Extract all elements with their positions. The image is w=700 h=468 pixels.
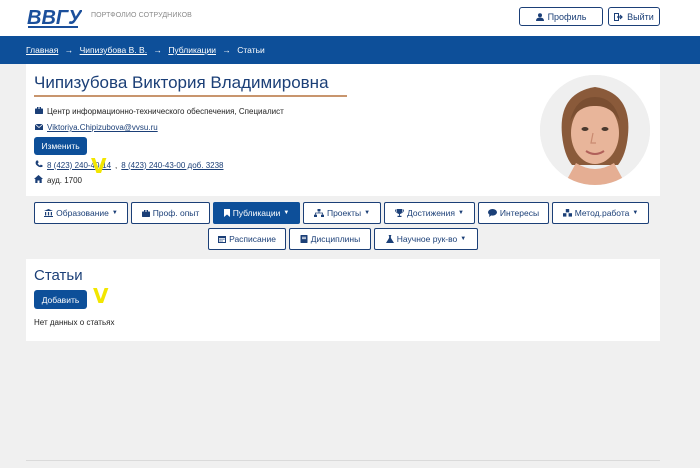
footer-divider [26,460,660,461]
caret-down-icon: ▼ [283,210,290,216]
email-link[interactable]: Viktoriya.Chipizubova@vvsu.ru [47,123,158,132]
tab-scientific-supervision-label: Научное рук-во [396,234,458,244]
caret-down-icon: ▼ [457,210,464,216]
add-article-button[interactable]: Добавить [34,290,87,309]
employee-name: Чипизубова Виктория Владимировна [34,73,329,92]
room-text: ауд. 1700 [47,175,83,185]
tab-publications-label: Публикации [232,208,281,218]
email-line: Viktoriya.Chipizubova@vvsu.ru [34,123,158,132]
cubes-icon [562,209,572,217]
sitemap-icon [313,209,324,217]
position-text: Центр информационно-технического обеспеч… [47,107,284,116]
phone-icon [34,160,43,170]
home-icon [34,175,43,185]
caret-down-icon: ▼ [460,236,467,242]
tab-education-label: Образование [56,208,109,218]
comment-icon [487,209,497,217]
tab-disciplines[interactable]: Дисциплины [289,228,371,250]
room-line: ауд. 1700 [34,175,82,185]
site-tagline: ПОРТФОЛИО СОТРУДНИКОВ [91,12,192,19]
trophy-icon [395,209,404,217]
profile-button[interactable]: Профиль [519,7,603,26]
tab-schedule-label: Расписание [229,234,276,244]
phone-separator: , [115,160,118,170]
caret-down-icon: ▼ [364,210,371,216]
name-underline [34,95,347,97]
tab-interests-label: Интересы [499,208,540,218]
breadcrumb-person[interactable]: Чипизубова В. В. [80,45,147,55]
user-icon [535,12,544,21]
calendar-icon [218,236,227,243]
section-title: Статьи [34,267,83,284]
tab-methodical-work[interactable]: Метод.работа ▼ [552,202,649,224]
tab-interests[interactable]: Интересы [478,202,549,224]
briefcase-icon [34,106,43,116]
briefcase-icon [141,209,150,217]
sign-out-icon [614,12,624,21]
tab-achievements[interactable]: Достижения ▼ [384,202,475,224]
bookmark-icon [223,209,230,217]
tab-scientific-supervision[interactable]: Научное рук-во ▼ [374,228,478,250]
book-icon [300,235,308,243]
breadcrumb-separator: → [153,45,162,55]
profile-card: Чипизубова Виктория Владимировна Центр и… [26,64,660,196]
tab-publications[interactable]: Публикации ▼ [213,202,300,224]
logo-text: ВВГУ [27,7,82,29]
tab-experience[interactable]: Проф. опыт [131,202,210,224]
tab-experience-label: Проф. опыт [152,208,200,218]
tab-projects[interactable]: Проекты ▼ [303,202,381,224]
annotation-mark: V [93,284,109,308]
edit-button[interactable]: Изменить [34,137,87,155]
breadcrumb-bar: Главная → Чипизубова В. В. → Публикации … [0,36,700,64]
top-header: ВВГУ ПОРТФОЛИО СОТРУДНИКОВ Профиль Выйти [0,0,700,36]
breadcrumb-separator: → [64,45,74,55]
flask-icon [385,235,394,243]
tab-schedule[interactable]: Расписание [208,228,286,250]
phone-link-2[interactable]: 8 (423) 240-43-00 доб. 3238 [121,161,223,170]
profile-button-label: Профиль [547,11,587,22]
breadcrumb: Главная → Чипизубова В. В. → Публикации … [26,45,265,55]
caret-down-icon: ▼ [632,210,639,216]
exit-button-label: Выйти [627,11,654,22]
position-line: Центр информационно-технического обеспеч… [34,106,284,116]
university-icon [44,209,54,217]
annotation-mark: V [91,154,107,178]
breadcrumb-publications[interactable]: Публикации [168,45,216,55]
exit-button[interactable]: Выйти [608,7,660,26]
phone-line: 8 (423) 240-40-14 , 8 (423) 240-43-00 до… [34,160,224,170]
tab-education[interactable]: Образование ▼ [34,202,128,224]
tab-disciplines-label: Дисциплины [310,234,361,244]
caret-down-icon: ▼ [111,210,118,216]
breadcrumb-current: Статьи [237,45,265,55]
breadcrumb-separator: → [222,45,231,55]
envelope-icon [34,123,43,132]
tab-projects-label: Проекты [326,208,362,218]
tab-achievements-label: Достижения [407,208,455,218]
articles-card: Статьи Добавить Нет данных о статьях [26,259,660,341]
vvsu-logo[interactable]: ВВГУ [26,4,82,30]
breadcrumb-home[interactable]: Главная [26,45,58,55]
empty-state-text: Нет данных о статьях [34,318,115,327]
employee-photo [540,75,650,185]
tab-methodical-work-label: Метод.работа [574,208,630,218]
